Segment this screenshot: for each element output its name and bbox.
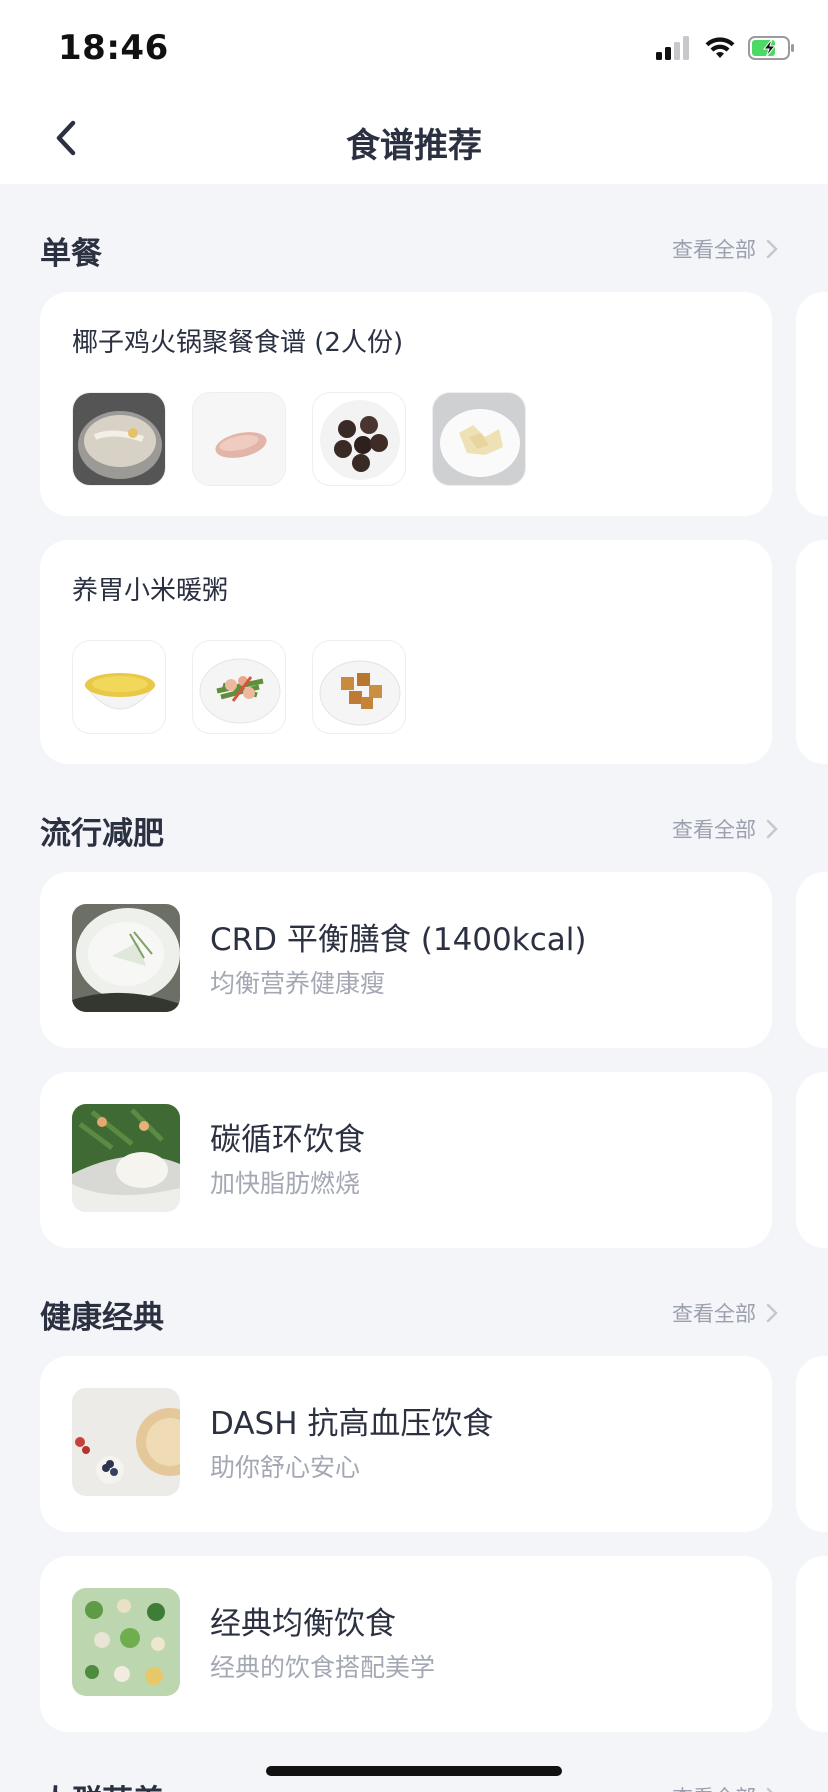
meal-title: 椰子鸡火锅聚餐食谱 (2人份) xyxy=(72,328,404,358)
nav-bar: 食谱推荐 xyxy=(0,92,828,184)
page-title: 食谱推荐 xyxy=(346,126,482,166)
home-indicator xyxy=(266,1766,562,1776)
next-card-peek[interactable] xyxy=(796,540,828,764)
diet-title: CRD 平衡膳食 (1400kcal) xyxy=(210,922,587,958)
next-card-peek[interactable] xyxy=(796,1556,828,1732)
battery-charging-icon xyxy=(748,36,794,60)
see-all-label: 查看全部 xyxy=(672,818,756,842)
section-title: 健康经典 xyxy=(40,1300,164,1336)
diet-subtitle: 均衡营养健康瘦 xyxy=(210,969,386,998)
food-thumbnail xyxy=(192,640,286,734)
wifi-icon xyxy=(705,37,735,58)
food-thumbnail xyxy=(432,392,526,486)
see-all-label: 查看全部 xyxy=(672,1782,756,1792)
meal-card[interactable]: 椰子鸡火锅聚餐食谱 (2人份) xyxy=(40,292,772,516)
diet-title: 经典均衡饮食 xyxy=(210,1606,396,1642)
see-all-link[interactable]: 查看全部 xyxy=(672,234,778,264)
section-header-popular-diet: 流行减肥 查看全部 xyxy=(40,808,778,852)
status-time: 18:46 xyxy=(58,28,169,68)
diet-image xyxy=(72,1588,180,1696)
diet-card[interactable]: CRD 平衡膳食 (1400kcal) 均衡营养健康瘦 xyxy=(40,872,772,1048)
diet-card[interactable]: DASH 抗高血压饮食 助你舒心安心 xyxy=(40,1356,772,1532)
section-header-healthy-classic: 健康经典 查看全部 xyxy=(40,1292,778,1336)
diet-subtitle: 加快脂肪燃烧 xyxy=(210,1169,361,1198)
meal-card[interactable]: 养胃小米暖粥 xyxy=(40,540,772,764)
see-all-link[interactable]: 查看全部 xyxy=(672,1298,778,1328)
next-card-peek[interactable] xyxy=(796,872,828,1048)
section-header-single-meal: 单餐 查看全部 xyxy=(40,228,778,272)
next-card-peek[interactable] xyxy=(796,292,828,516)
food-thumbnail xyxy=(72,392,166,486)
status-icons xyxy=(656,34,796,62)
next-card-peek[interactable] xyxy=(796,1072,828,1248)
diet-title: DASH 抗高血压饮食 xyxy=(210,1406,494,1442)
diet-image xyxy=(72,1104,180,1212)
diet-card[interactable]: 经典均衡饮食 经典的饮食搭配美学 xyxy=(40,1556,772,1732)
diet-card[interactable]: 碳循环饮食 加快脂肪燃烧 xyxy=(40,1072,772,1248)
diet-subtitle: 经典的饮食搭配美学 xyxy=(210,1653,436,1682)
chevron-right-icon xyxy=(766,239,778,259)
chevron-right-icon xyxy=(766,1303,778,1323)
status-bar: 18:46 xyxy=(0,0,828,92)
food-thumbnail xyxy=(312,640,406,734)
section-title: 单餐 xyxy=(40,236,102,272)
see-all-link[interactable]: 查看全部 xyxy=(672,1782,778,1792)
section-header-next: 人群营养 查看全部 xyxy=(40,1776,778,1792)
ingredient-thumbnails xyxy=(72,640,406,734)
chevron-right-icon xyxy=(766,819,778,839)
see-all-label: 查看全部 xyxy=(672,238,756,262)
diet-image xyxy=(72,904,180,1012)
ingredient-thumbnails xyxy=(72,392,526,486)
food-thumbnail xyxy=(192,392,286,486)
chevron-right-icon xyxy=(766,1787,773,1792)
see-all-link[interactable]: 查看全部 xyxy=(672,814,778,844)
meal-title: 养胃小米暖粥 xyxy=(72,576,229,606)
next-card-peek[interactable] xyxy=(796,1356,828,1532)
diet-title: 碳循环饮食 xyxy=(210,1122,365,1158)
section-title: 人群营养 xyxy=(40,1776,164,1792)
diet-image xyxy=(72,1388,180,1496)
cellular-signal-icon xyxy=(656,36,689,60)
diet-subtitle: 助你舒心安心 xyxy=(210,1453,361,1482)
see-all-label: 查看全部 xyxy=(672,1302,756,1326)
food-thumbnail xyxy=(312,392,406,486)
food-thumbnail xyxy=(72,640,166,734)
section-title: 流行减肥 xyxy=(40,816,164,852)
